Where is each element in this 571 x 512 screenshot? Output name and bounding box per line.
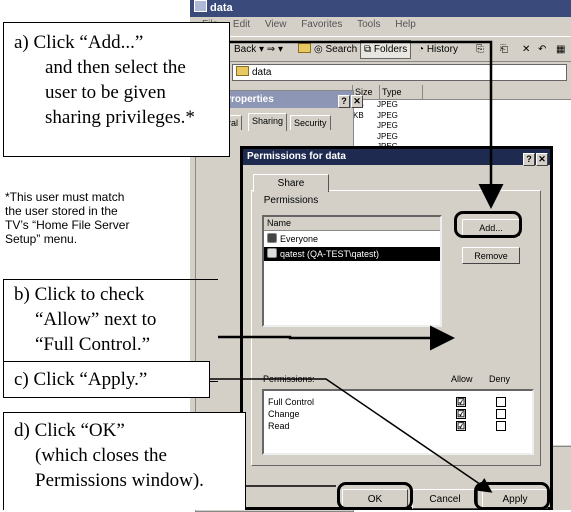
deny-column-label: Deny: [489, 374, 511, 384]
help-button[interactable]: ?: [523, 153, 535, 166]
permissions-dialog: Permissions for data ? ✕ Share Permission…: [240, 146, 553, 510]
search-icon: ◎: [314, 44, 323, 55]
folders-button[interactable]: ⧉ Folders: [360, 40, 412, 59]
callout-b-line: “Allow” next to: [35, 309, 157, 330]
full-control-allow-checkbox[interactable]: ☑: [456, 397, 466, 407]
footnote-line: TV’s “Home File Server: [5, 218, 130, 232]
file-type: JPEG: [377, 131, 398, 141]
history-button[interactable]: ◔ History: [414, 40, 462, 59]
file-row[interactable]: KBJPEG: [353, 100, 571, 111]
file-row[interactable]: JPEG: [353, 121, 571, 132]
search-button[interactable]: ◎ Search: [310, 40, 361, 59]
remove-button[interactable]: Remove: [462, 247, 520, 264]
user-item-everyone[interactable]: Everyone: [264, 232, 440, 246]
views-icon: ▦: [556, 44, 566, 55]
add-button-highlight: [454, 211, 522, 238]
close-button[interactable]: ✕: [351, 95, 363, 108]
read-allow-checkbox[interactable]: ☑: [456, 421, 466, 431]
callout-a: a) Click “Add...” and then select the us…: [3, 22, 230, 157]
callout-a-line: and then select the: [45, 57, 186, 78]
change-allow-checkbox[interactable]: ☑: [456, 409, 466, 419]
ok-button-highlight: [337, 482, 413, 510]
callout-c: c) Click “Apply.”: [3, 361, 210, 398]
permissions-title: Permissions for data: [247, 151, 346, 162]
tab-share-permissions[interactable]: Share Permissions: [253, 174, 329, 206]
permission-full-control-label: Full Control: [268, 397, 315, 407]
user-icon: [267, 248, 277, 258]
file-size: KB: [353, 110, 364, 120]
permissions-label: Permissions:: [263, 374, 315, 384]
column-type[interactable]: Type: [380, 85, 423, 99]
copy-to-icon: ⎗: [500, 44, 508, 55]
user-item-qatest[interactable]: qatest (QA-TEST\qatest): [264, 247, 440, 261]
file-type: JPEG: [377, 110, 398, 120]
move-to-icon: ⎘: [476, 44, 484, 55]
explorer-title: data: [210, 2, 233, 14]
callout-a-line: sharing privileges.*: [45, 107, 195, 128]
callout-b-lead: b) Click to check: [14, 284, 145, 305]
explorer-title-bar: data: [190, 0, 571, 17]
address-bar: data: [190, 62, 571, 82]
full-control-deny-checkbox[interactable]: [496, 397, 506, 407]
delete-button[interactable]: ✕: [518, 40, 534, 59]
cancel-button[interactable]: Cancel: [412, 489, 478, 509]
move-to-button[interactable]: ⎘: [472, 40, 488, 59]
copy-to-button[interactable]: ⎗: [496, 40, 512, 59]
folder-window-icon: [194, 0, 207, 12]
toolbar: Back ▾ ⇒ ▾ ◎ Search ⧉ Folders ◔ History …: [190, 36, 571, 62]
callout-d-lead: d) Click “OK”: [14, 420, 125, 441]
menu-view[interactable]: View: [265, 19, 287, 30]
change-deny-checkbox[interactable]: [496, 409, 506, 419]
callout-d: d) Click “OK” (which closes the Permissi…: [3, 412, 246, 510]
menu-bar: File Edit View Favorites Tools Help: [190, 18, 571, 32]
group-icon: [267, 233, 277, 243]
folder-icon: [236, 66, 249, 76]
permission-change-label: Change: [268, 409, 300, 419]
address-input[interactable]: data: [232, 64, 567, 81]
file-list-header: Size Type: [353, 85, 571, 100]
tab-security[interactable]: Security: [290, 115, 331, 130]
history-icon: ◔: [418, 44, 425, 55]
file-type: JPEG: [377, 121, 398, 131]
permissions-title-bar: Permissions for data ? ✕: [243, 149, 550, 166]
folders-icon: ⧉: [364, 44, 372, 55]
delete-icon: ✕: [522, 44, 531, 55]
file-row[interactable]: JPEG: [353, 132, 571, 143]
menu-edit[interactable]: Edit: [233, 19, 250, 30]
tab-sharing[interactable]: Sharing: [248, 113, 288, 131]
close-button[interactable]: ✕: [536, 153, 548, 166]
user-list[interactable]: Name Everyone qatest (QA-TEST\qatest): [262, 215, 442, 327]
permissions-table: Full Control Change Read ☑ ☑ ☑: [262, 389, 534, 455]
menu-tools[interactable]: Tools: [357, 19, 380, 30]
file-type: JPEG: [377, 100, 398, 109]
allow-column-label: Allow: [451, 374, 473, 384]
menu-help[interactable]: Help: [395, 19, 416, 30]
footnote-line: the user stored in the: [5, 204, 118, 218]
apply-button-highlight: [474, 482, 550, 510]
views-button[interactable]: ▦: [552, 40, 569, 59]
footnote-line: Setup” menu.: [5, 232, 78, 246]
help-button[interactable]: ?: [338, 95, 350, 108]
callout-a-lead: a) Click “Add...”: [14, 32, 144, 53]
name-column-header[interactable]: Name: [264, 217, 440, 231]
footnote-line: *This user must match: [5, 190, 125, 204]
callout-a-line: user to be given: [45, 82, 166, 103]
permission-read-label: Read: [268, 421, 290, 431]
file-row[interactable]: KB JPEG: [353, 111, 571, 122]
undo-button[interactable]: ↶: [534, 40, 550, 59]
callout-b-line: “Full Control.”: [35, 334, 151, 355]
back-button[interactable]: Back ▾ ⇒ ▾: [230, 40, 287, 59]
callout-d-line: Permissions window).: [35, 470, 204, 491]
callout-c-lead: c) Click “Apply.”: [14, 369, 148, 390]
footnote: *This user must match the user stored in…: [4, 190, 192, 246]
callout-d-line: (which closes the: [35, 445, 167, 466]
undo-icon: ↶: [538, 44, 547, 55]
menu-favorites[interactable]: Favorites: [301, 19, 342, 30]
read-deny-checkbox[interactable]: [496, 421, 506, 431]
